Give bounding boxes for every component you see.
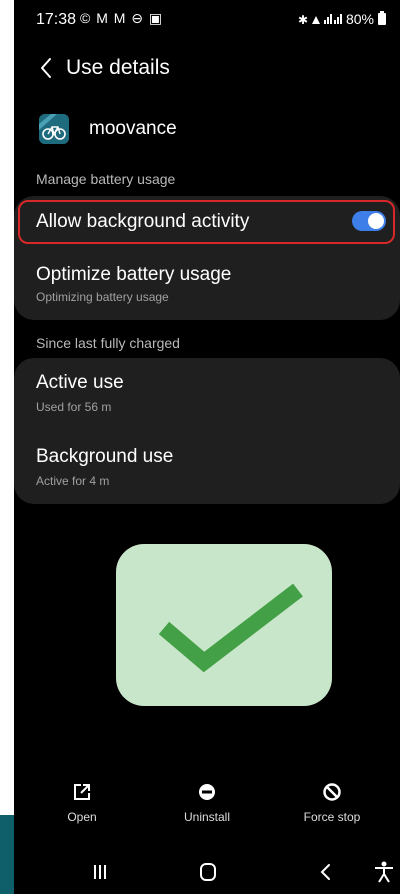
battery-percent: 80%: [345, 11, 374, 27]
background-activity-toggle[interactable]: [352, 211, 386, 231]
background-use-subtitle: Active for 4 m: [36, 474, 110, 488]
status-time: 17:38: [36, 11, 77, 28]
highlight-outline: [18, 200, 395, 244]
notification-icons: © M M ⊖ ▣: [80, 10, 164, 26]
home-icon[interactable]: [194, 860, 222, 884]
header: Use details: [14, 45, 400, 93]
svg-text:✱: ✱: [298, 13, 308, 26]
phone-screen: 17:38 © M M ⊖ ▣ ✱ 80% Use details moovan…: [14, 0, 400, 894]
back-arrow-icon[interactable]: [34, 55, 60, 81]
bicycle-icon: [39, 114, 69, 144]
active-use-subtitle: Used for 56 m: [36, 400, 112, 414]
background-use-label: Background use: [36, 446, 174, 467]
navigation-bar: [14, 850, 400, 894]
open-external-icon: [74, 784, 90, 800]
signal-icons: ✱: [298, 13, 342, 26]
app-name: moovance: [89, 118, 177, 139]
uninstall-button[interactable]: Uninstall: [147, 770, 267, 840]
background-strip: [0, 815, 14, 894]
section-label-since-charged: Since last fully charged: [36, 335, 180, 351]
status-bar: 17:38 © M M ⊖ ▣ ✱ 80%: [14, 0, 400, 38]
force-stop-label: Force stop: [303, 810, 361, 824]
success-check-overlay: [116, 544, 332, 706]
page-title: Use details: [66, 56, 170, 79]
app-icon: [39, 114, 69, 144]
open-button[interactable]: Open: [22, 770, 142, 840]
open-label: Open: [67, 810, 97, 824]
section-label-manage-battery: Manage battery usage: [36, 171, 176, 187]
optimize-battery-usage-subtitle: Optimizing battery usage: [36, 290, 169, 304]
optimize-battery-usage-label: Optimize battery usage: [36, 264, 232, 285]
app-info-row: moovance: [14, 106, 400, 152]
force-stop-icon: [323, 783, 341, 801]
checkmark-icon: [158, 583, 303, 673]
accessibility-icon[interactable]: [370, 860, 398, 884]
toggle-knob: [368, 213, 384, 229]
recents-icon[interactable]: [86, 860, 114, 884]
uninstall-icon: [199, 784, 215, 800]
bottom-actions: Open Uninstall Force stop: [14, 770, 400, 840]
active-use-row[interactable]: Active use Used for 56 m: [14, 366, 400, 424]
background-use-row[interactable]: Background use Active for 4 m: [14, 440, 400, 498]
optimize-battery-usage-row[interactable]: Optimize battery usage Optimizing batter…: [14, 256, 400, 312]
force-stop-button[interactable]: Force stop: [272, 770, 392, 840]
battery-icon: [378, 11, 386, 25]
status-right-icons: ✱ 80%: [298, 11, 386, 27]
uninstall-label: Uninstall: [183, 810, 231, 824]
active-use-label: Active use: [36, 372, 124, 393]
back-icon[interactable]: [312, 860, 340, 884]
